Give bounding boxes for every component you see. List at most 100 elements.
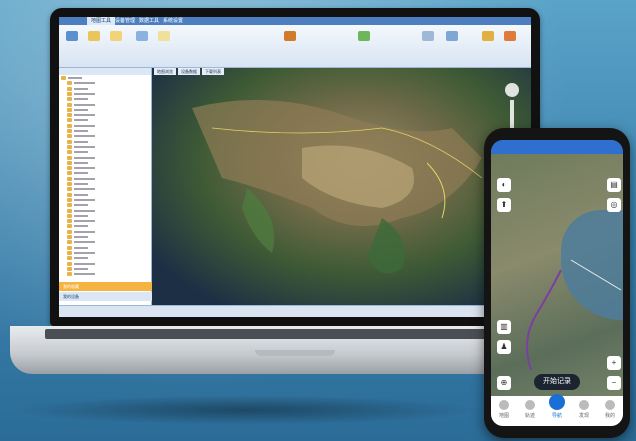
folder-icon — [67, 240, 72, 245]
ribbon-button-6[interactable] — [281, 31, 299, 51]
star-icon — [110, 31, 122, 41]
ribbon-button-5[interactable] — [155, 31, 173, 51]
tree-label — [74, 161, 88, 164]
app-titlebar: 地图工具 设备管理 数据工具 系统设置 — [59, 17, 531, 25]
line-icon — [136, 31, 148, 41]
tree-label — [74, 114, 95, 117]
folder-icon — [67, 107, 72, 112]
nav-item-navigate[interactable]: 导航 — [544, 394, 570, 419]
phone-screen: ◐ ⬆ ▤ ◎ ▥ ♟ ⊕ + − 开始记录 地图 轨迹 导航 发现 我的 — [491, 140, 623, 426]
tree-label — [74, 273, 95, 276]
bulb-icon — [482, 31, 494, 41]
folder-icon — [67, 219, 72, 224]
start-record-button[interactable]: 开始记录 — [534, 374, 580, 390]
tree-label — [74, 167, 95, 170]
folder-icon — [67, 91, 72, 96]
tree-label — [74, 119, 88, 122]
tree-label — [74, 257, 88, 260]
folder-icon — [67, 97, 72, 102]
print-icon[interactable]: ▤ — [607, 178, 621, 192]
person-icon[interactable]: ♟ — [497, 340, 511, 354]
settings-icon — [605, 400, 615, 410]
globe-icon — [66, 31, 78, 41]
folder-icon — [67, 139, 72, 144]
tree-label — [74, 156, 95, 159]
folder-icon — [67, 102, 72, 107]
toolbox-icon[interactable]: ▥ — [497, 320, 511, 334]
folder-icon — [67, 113, 72, 118]
folder-icon — [67, 81, 72, 86]
tree-label — [74, 209, 95, 212]
compass-icon[interactable]: ◎ — [607, 198, 621, 212]
tree-label — [74, 92, 95, 95]
map-imagery — [192, 83, 519, 274]
zoom-icon — [422, 31, 434, 41]
ribbon-button-4[interactable] — [133, 31, 151, 51]
tree-label — [74, 130, 88, 132]
ribbon-button-7[interactable] — [355, 31, 373, 51]
nav-item-track[interactable]: 轨迹 — [517, 400, 543, 419]
folder-icon — [67, 166, 72, 171]
folder-icon — [67, 150, 72, 155]
nav-item-discover[interactable]: 发现 — [571, 400, 597, 419]
tree-label — [74, 246, 88, 249]
phone-bottom-nav: 地图 轨迹 导航 发现 我的 — [491, 394, 623, 426]
nav-item-me[interactable]: 我的 — [597, 400, 623, 419]
folder-icon — [67, 272, 72, 277]
ribbon-button-11[interactable] — [501, 31, 519, 51]
locate-icon[interactable]: ⊕ — [497, 376, 511, 390]
folder-icon — [67, 187, 72, 192]
folder-icon — [67, 266, 72, 271]
tree-label — [74, 135, 95, 138]
folder-icon — [67, 176, 72, 181]
ribbon-button-10[interactable] — [479, 31, 497, 51]
tree-label — [74, 183, 88, 185]
nav-item-map[interactable]: 地图 — [491, 400, 517, 419]
ribbon-button-3[interactable] — [107, 31, 125, 51]
laptop-notch — [255, 350, 335, 356]
tree-label — [74, 230, 95, 233]
tree-label — [74, 98, 88, 101]
track-icon — [525, 400, 535, 410]
folder-icon — [67, 86, 72, 91]
tree-label — [74, 108, 88, 111]
folder-icon — [67, 118, 72, 123]
folder-icon — [67, 235, 72, 239]
layer-switch-icon[interactable]: ◐ — [497, 178, 511, 192]
laptop-screen: 地图工具 设备管理 数据工具 系统设置 我的收藏 我的设备 地图浏览 设备数据 … — [59, 17, 531, 317]
folder-icon — [67, 144, 72, 149]
tree-label — [74, 172, 88, 175]
tree-label — [74, 214, 88, 217]
laptop-keyboard — [45, 329, 540, 339]
folder-icon — [67, 256, 72, 261]
share-icon[interactable]: ⬆ — [497, 198, 511, 212]
tree-label — [74, 198, 95, 201]
zoom-out-icon[interactable]: − — [607, 376, 621, 390]
sidebar-tab-devices[interactable]: 我的设备 — [59, 292, 155, 301]
ribbon-button-2[interactable] — [85, 31, 103, 51]
tree-label — [68, 77, 82, 79]
map-icon — [499, 400, 509, 410]
folder-icon — [67, 197, 72, 202]
folder-icon — [67, 134, 72, 139]
folder-icon — [67, 229, 72, 234]
folder-icon — [67, 155, 72, 160]
zoom-in-icon[interactable]: + — [607, 356, 621, 370]
ribbon-tab-settings[interactable]: 系统设置 — [159, 17, 187, 25]
laptop-shadow — [10, 395, 480, 425]
sidebar-tab-favorites[interactable]: 我的收藏 — [59, 282, 155, 291]
polygon-icon — [158, 31, 170, 41]
folder-icon — [67, 129, 72, 133]
download-icon — [579, 400, 589, 410]
region-tree — [59, 76, 151, 277]
globe-icon — [549, 394, 565, 410]
download-icon — [284, 31, 296, 41]
tree-label — [74, 103, 95, 106]
ribbon-button-9[interactable] — [443, 31, 461, 51]
satellite-map[interactable]: 地图浏览 设备数据 下载列表 — [152, 68, 531, 305]
ribbon-button-8[interactable] — [419, 31, 437, 51]
status-bar — [59, 305, 531, 317]
tree-label — [74, 177, 95, 180]
tree-label — [74, 251, 95, 254]
ribbon-button-1[interactable] — [63, 31, 81, 51]
